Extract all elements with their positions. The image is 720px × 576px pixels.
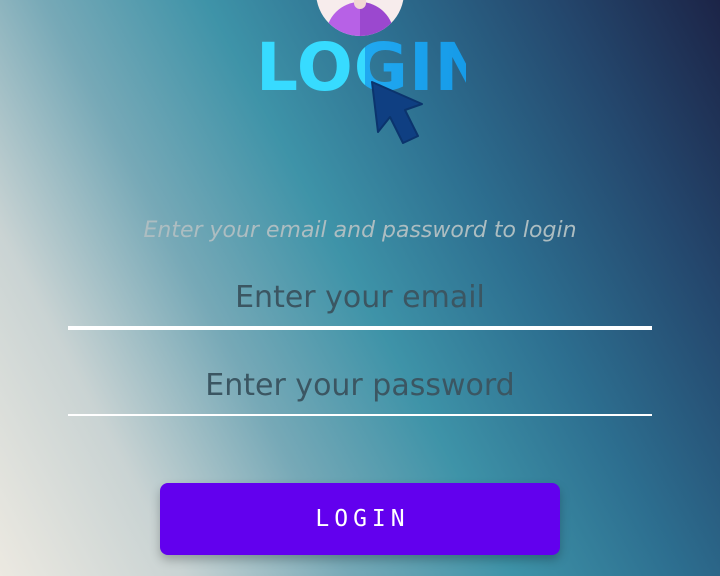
cursor-icon [371,81,423,144]
logo-text: LOGIN [256,29,491,106]
email-field[interactable] [68,268,652,330]
login-logo: LOGIN [250,0,491,158]
login-button[interactable]: LOGIN [160,483,560,555]
cursor-shape [371,81,423,144]
login-instructions: Enter your email and password to login [143,218,577,243]
password-field[interactable] [68,356,652,416]
password-input[interactable] [68,356,652,414]
email-input[interactable] [68,268,652,326]
